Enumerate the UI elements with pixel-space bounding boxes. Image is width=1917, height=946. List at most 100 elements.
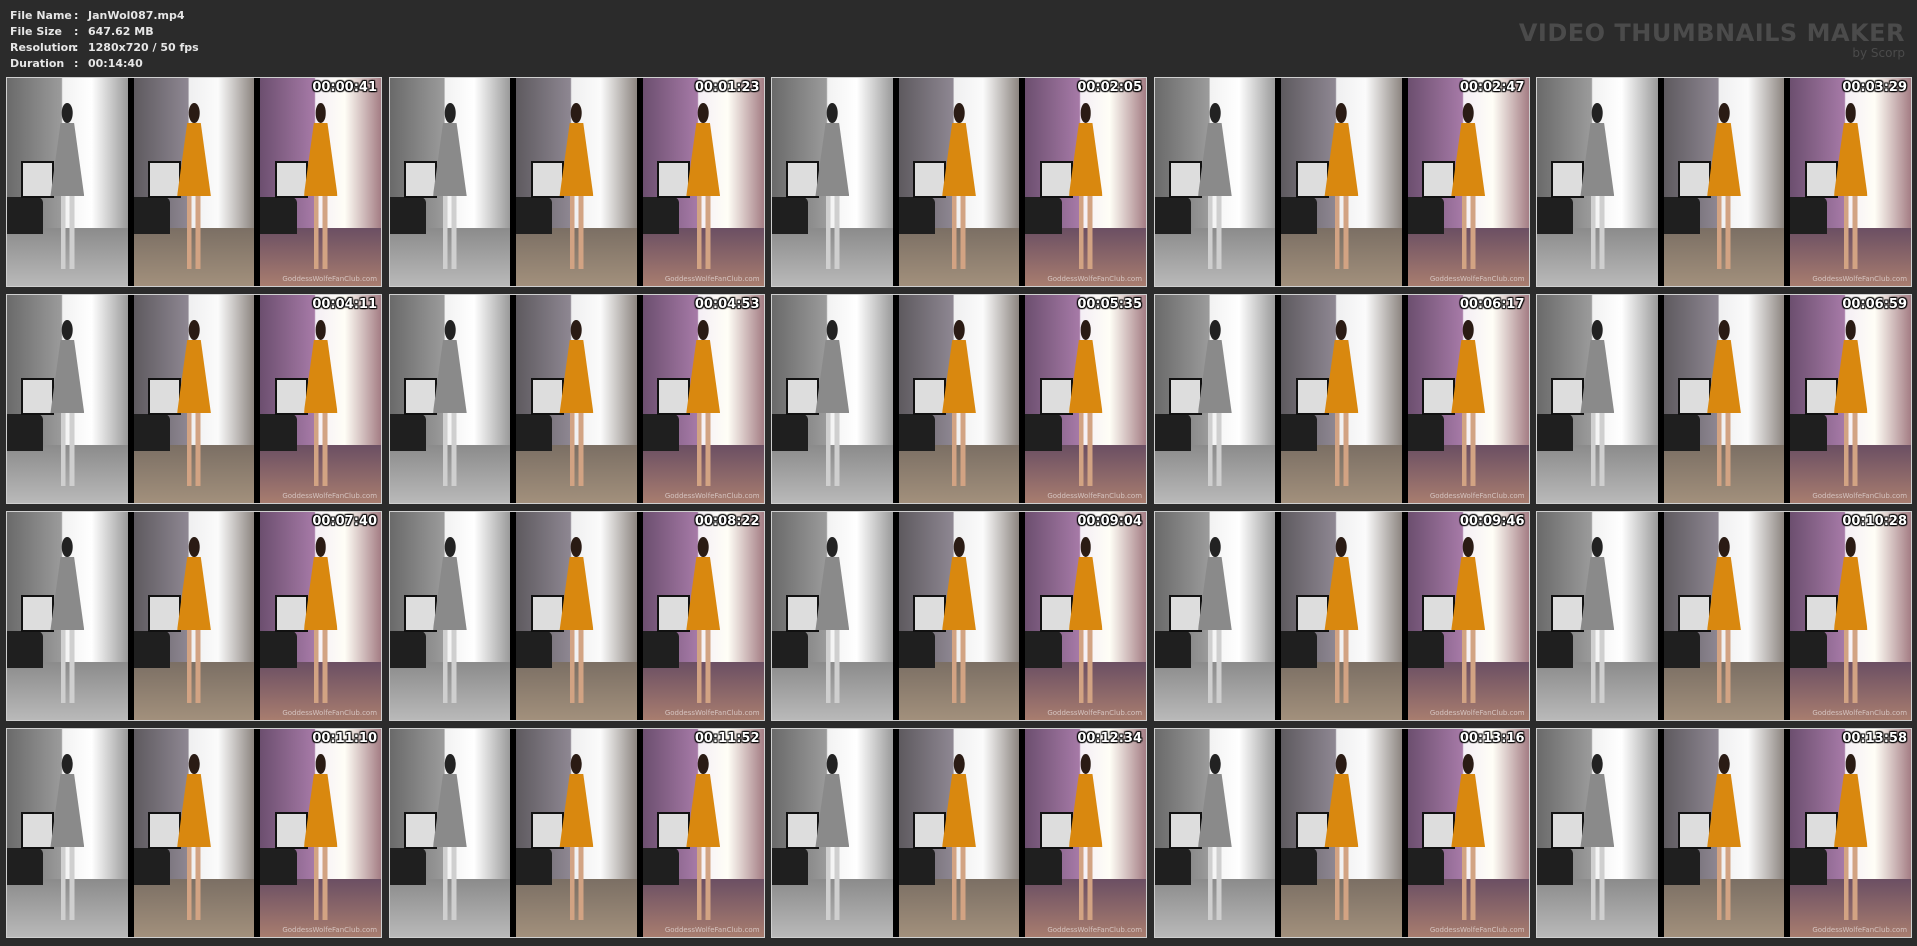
dress bbox=[1068, 339, 1103, 414]
timestamp: 00:11:10 bbox=[312, 731, 378, 746]
dress bbox=[1451, 122, 1486, 197]
head bbox=[1718, 536, 1730, 557]
head bbox=[1080, 536, 1092, 557]
person-figure bbox=[303, 102, 338, 270]
legs bbox=[185, 630, 203, 704]
head bbox=[1209, 753, 1221, 774]
person-figure bbox=[559, 102, 594, 270]
legs bbox=[312, 196, 330, 270]
sofa bbox=[772, 630, 809, 668]
legs bbox=[1206, 196, 1224, 270]
sofa bbox=[516, 413, 553, 451]
thumbnail-frame bbox=[892, 729, 1020, 937]
legs bbox=[694, 413, 712, 487]
head bbox=[826, 319, 838, 340]
head bbox=[315, 536, 327, 557]
person-figure bbox=[1580, 536, 1615, 704]
person-figure bbox=[1324, 102, 1359, 270]
person-figure bbox=[815, 753, 850, 921]
thumbnail: 00:06:59 GoddessWolfeFanClub.com bbox=[1536, 294, 1912, 504]
dress bbox=[1707, 122, 1741, 197]
dress bbox=[942, 339, 976, 414]
watermark: GoddessWolfeFanClub.com bbox=[1429, 926, 1525, 934]
sofa bbox=[7, 413, 44, 451]
dress bbox=[1324, 556, 1359, 631]
brand-logo: VIDEO THUMBNAILS MAKER by Scorp bbox=[1519, 20, 1905, 60]
person-figure bbox=[1833, 102, 1868, 270]
head bbox=[826, 753, 838, 774]
sofa bbox=[1407, 196, 1445, 234]
sofa bbox=[389, 847, 426, 885]
legs bbox=[950, 196, 968, 270]
timestamp: 00:07:40 bbox=[312, 514, 378, 529]
head bbox=[1209, 319, 1221, 340]
head bbox=[697, 753, 709, 774]
person-figure bbox=[1707, 319, 1741, 487]
person-figure bbox=[432, 753, 467, 921]
sofa bbox=[1154, 630, 1191, 668]
legs bbox=[1333, 196, 1350, 270]
legs bbox=[58, 196, 76, 270]
person-figure bbox=[1068, 753, 1103, 921]
thumbnail-frame bbox=[892, 512, 1020, 720]
head bbox=[61, 319, 73, 340]
watermark: GoddessWolfeFanClub.com bbox=[1047, 492, 1143, 500]
watermark: GoddessWolfeFanClub.com bbox=[1429, 709, 1525, 717]
person-figure bbox=[177, 319, 211, 487]
person-figure bbox=[942, 536, 976, 704]
thumbnail-frame bbox=[389, 295, 511, 503]
person-figure bbox=[942, 102, 976, 270]
sofa bbox=[898, 413, 935, 451]
dress bbox=[303, 339, 338, 414]
person-figure bbox=[1451, 753, 1486, 921]
person-figure bbox=[1451, 102, 1486, 270]
thumbnail-frame bbox=[1275, 729, 1402, 937]
dress bbox=[686, 773, 721, 848]
sofa bbox=[133, 196, 170, 234]
sofa bbox=[260, 630, 297, 668]
thumbnail-frame bbox=[127, 78, 255, 286]
sofa bbox=[1663, 630, 1700, 668]
thumbnail: 00:02:47 GoddessWolfeFanClub.com bbox=[1153, 77, 1530, 287]
legs bbox=[694, 847, 712, 921]
sofa bbox=[389, 630, 426, 668]
person-figure bbox=[432, 536, 467, 704]
timestamp: 00:01:23 bbox=[694, 80, 760, 95]
legs bbox=[58, 630, 76, 704]
watermark: GoddessWolfeFanClub.com bbox=[1812, 275, 1908, 283]
separator: : bbox=[74, 25, 79, 38]
legs bbox=[1333, 413, 1350, 487]
thumbnail-frame bbox=[772, 295, 893, 503]
file-name-value: JanWol087.mp4 bbox=[88, 9, 185, 22]
person-figure bbox=[559, 536, 594, 704]
thumbnail: 00:11:52 GoddessWolfeFanClub.com bbox=[388, 728, 765, 938]
legs bbox=[1842, 413, 1860, 487]
legs bbox=[568, 413, 585, 487]
dress bbox=[815, 773, 850, 848]
person-figure bbox=[1580, 319, 1615, 487]
sofa bbox=[898, 630, 935, 668]
thumbnail-frame bbox=[1537, 78, 1658, 286]
head bbox=[61, 753, 73, 774]
person-figure bbox=[1833, 536, 1868, 704]
head bbox=[571, 753, 582, 774]
dress bbox=[50, 556, 85, 631]
dress bbox=[815, 122, 850, 197]
sofa bbox=[7, 196, 44, 234]
dress bbox=[942, 122, 976, 197]
sofa bbox=[1663, 847, 1700, 885]
legs bbox=[823, 630, 841, 704]
person-figure bbox=[1580, 102, 1615, 270]
head bbox=[1462, 753, 1474, 774]
legs bbox=[1588, 413, 1606, 487]
thumbnail: 00:02:05 GoddessWolfeFanClub.com bbox=[771, 77, 1147, 287]
legs bbox=[1333, 630, 1350, 704]
person-figure bbox=[1324, 753, 1359, 921]
watermark: GoddessWolfeFanClub.com bbox=[1047, 926, 1143, 934]
dress bbox=[1068, 122, 1103, 197]
thumbnail-frame: 00:09:04 GoddessWolfeFanClub.com bbox=[1019, 512, 1146, 720]
timestamp: 00:04:11 bbox=[312, 297, 378, 312]
person-figure bbox=[686, 753, 721, 921]
sofa bbox=[1154, 413, 1191, 451]
thumbnail-frame: 00:05:35 GoddessWolfeFanClub.com bbox=[1019, 295, 1146, 503]
